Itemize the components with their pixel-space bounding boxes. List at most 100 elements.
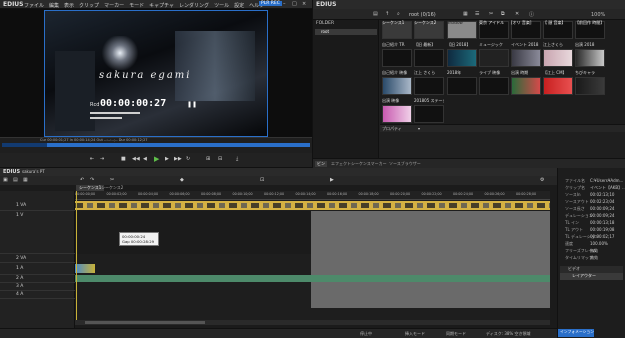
clip-thumb-17[interactable] <box>447 77 477 95</box>
copy-icon[interactable]: ⧉ <box>501 11 505 17</box>
clip-thumb-15[interactable] <box>382 77 412 95</box>
scrub-track[interactable] <box>2 143 310 147</box>
clip-thumb-20[interactable] <box>543 77 573 95</box>
cut-icon[interactable]: ✂ <box>489 11 493 17</box>
tooltip: 00:00:00:24 Gap 00:00:28:29 <box>119 232 159 246</box>
clip-thumb-23[interactable] <box>414 105 444 123</box>
scroll-thumb[interactable] <box>85 321 205 324</box>
clip-thumb-10[interactable] <box>447 49 477 67</box>
property-key: TL アウト <box>565 227 583 232</box>
tab-source-browser[interactable]: ソースブラウザー <box>389 161 421 167</box>
step-back-button[interactable]: ◀ <box>143 156 147 162</box>
clip-thumb-21[interactable] <box>575 77 605 95</box>
clip-thumb-18[interactable] <box>479 77 509 95</box>
preview-video[interactable]: sakura egami Rcd 00:00:00:27 ❚❚ <box>44 10 268 137</box>
undo-icon[interactable]: ↶ <box>80 177 84 183</box>
fast-forward-button[interactable]: ▶▶ <box>174 156 182 162</box>
clip-label: 東京 アイドル <box>479 20 505 25</box>
clip-thumb-8[interactable] <box>382 49 412 67</box>
minimize-button[interactable]: – <box>283 1 286 7</box>
clip-teal[interactable] <box>75 264 95 273</box>
redo-icon[interactable]: ↷ <box>90 177 94 183</box>
track-2va[interactable]: 2 VA <box>0 254 75 263</box>
properties-icon[interactable]: ⓘ <box>529 11 534 18</box>
plr-rec-badge[interactable]: PLR REC <box>259 1 282 6</box>
set-in-icon[interactable]: ⇤ <box>90 156 94 162</box>
clip-thumb-12[interactable] <box>511 49 541 67</box>
clip-yellow-thumbs <box>75 203 550 208</box>
insert-button[interactable]: ⊞ <box>206 156 210 162</box>
property-row: フリーズフレーム 無効 <box>562 248 625 254</box>
track-1va[interactable]: 1 VA <box>0 200 75 211</box>
new-seq-icon[interactable]: ▣ <box>3 177 8 183</box>
export-icon[interactable]: ⤓ <box>236 156 238 162</box>
cut-clip-icon[interactable]: ✂ <box>110 177 114 183</box>
folder-root-label: root <box>321 29 330 34</box>
app-title: EDIUS <box>3 1 24 8</box>
clip-thumb-14[interactable] <box>575 49 605 67</box>
tab-effects[interactable]: エフェクト <box>331 161 351 167</box>
props-tab[interactable]: プロパティ <box>382 126 402 132</box>
loop-button[interactable]: ↻ <box>186 156 190 162</box>
track-label: 2 A <box>16 276 24 281</box>
grid-view-icon[interactable]: ▦ <box>463 11 468 17</box>
close-button[interactable]: × <box>302 1 306 7</box>
folder-icon[interactable]: ▤ <box>373 11 378 17</box>
bin-titlebar: EDIUS <box>313 0 625 9</box>
list-view-icon[interactable]: ☰ <box>475 11 479 17</box>
snap-icon[interactable]: ⊡ <box>260 177 264 183</box>
clip-thumb-19[interactable] <box>511 77 541 95</box>
folder-root[interactable]: root <box>315 29 377 35</box>
up-folder-icon[interactable]: ↑ <box>385 11 389 17</box>
effect-row[interactable]: レイアウター <box>560 273 623 280</box>
clip-thumb-16[interactable] <box>414 77 444 95</box>
ruler-tick-label: 00:00:14;00 <box>295 192 316 196</box>
player-scrubber[interactable]: Cur 00:00:01;27 In 00:00:14;24 Out --:--… <box>0 137 312 153</box>
zoom-level: 100% <box>591 12 606 18</box>
add-marker-icon[interactable]: ◆ <box>180 177 184 183</box>
property-value: 00:00:09;24 <box>590 206 615 211</box>
property-row: ソースアウト 00:02:23;04 <box>562 199 625 205</box>
clip-thumb-13[interactable] <box>543 49 573 67</box>
track-1a[interactable]: 1 A <box>0 263 75 275</box>
props-tab-2[interactable]: ▾ <box>418 126 420 131</box>
stop-button[interactable]: ■ <box>121 156 126 162</box>
render-icon[interactable]: ▶ <box>330 177 334 183</box>
clip-label: 江上さくら <box>543 42 563 47</box>
track-4a[interactable]: 4 A <box>0 291 75 299</box>
rewind-button[interactable]: ◀◀ <box>132 156 140 162</box>
audio-green-strip[interactable] <box>75 275 550 282</box>
track-1v[interactable]: 1 V <box>0 211 75 254</box>
delete-icon[interactable]: ✕ <box>515 11 519 17</box>
open-icon[interactable]: ▤ <box>13 177 18 183</box>
track-2a[interactable]: 2 A <box>0 275 75 283</box>
save-icon[interactable]: ▦ <box>23 177 28 183</box>
ruler-tick-label: 00:00:24;00 <box>453 192 474 196</box>
step-forward-button[interactable]: ▶ <box>165 156 169 162</box>
ruler-tick-label: 00:00:22;00 <box>421 192 442 196</box>
timecode-display: 00:00:00:27 <box>100 98 167 109</box>
play-button[interactable]: ▶ <box>154 155 159 163</box>
ruler-tick-label: 00:00:26;00 <box>484 192 505 196</box>
clip-thumb-9[interactable] <box>414 49 444 67</box>
player-status: Cur 00:00:01;27 In 00:00:14;24 Out --:--… <box>40 138 148 142</box>
clip-label: シーケンス2 <box>414 20 437 25</box>
playhead[interactable] <box>76 191 77 320</box>
status-disk: ディスク: 38% 空き領域 <box>486 331 531 336</box>
maximize-button[interactable]: □ <box>292 1 297 7</box>
overwrite-button[interactable]: ⊟ <box>218 156 222 162</box>
search-icon[interactable]: ⌕ <box>397 11 400 17</box>
timeline-ruler[interactable]: 00:00:00;00 00:00:02;00 00:00:04;00 00:00:0… <box>75 191 550 200</box>
clip-thumb-11[interactable] <box>479 49 509 67</box>
timeline-hscroll[interactable] <box>75 320 550 325</box>
set-out-icon[interactable]: ⇥ <box>100 156 104 162</box>
tab-bin[interactable]: ビン <box>315 161 327 167</box>
tab-seq-markers[interactable]: シーケンスマーカー <box>351 161 387 167</box>
clip-thumb-22[interactable] <box>382 105 412 123</box>
track-label: 3 A <box>16 284 24 289</box>
clip-label: 201805 ステージ <box>414 98 444 103</box>
track-3a[interactable]: 3 A <box>0 283 75 291</box>
info-tab[interactable]: インフォメーション <box>558 329 594 337</box>
property-key: ファイル名 <box>565 178 585 183</box>
settings-icon[interactable]: ⚙ <box>540 177 544 183</box>
